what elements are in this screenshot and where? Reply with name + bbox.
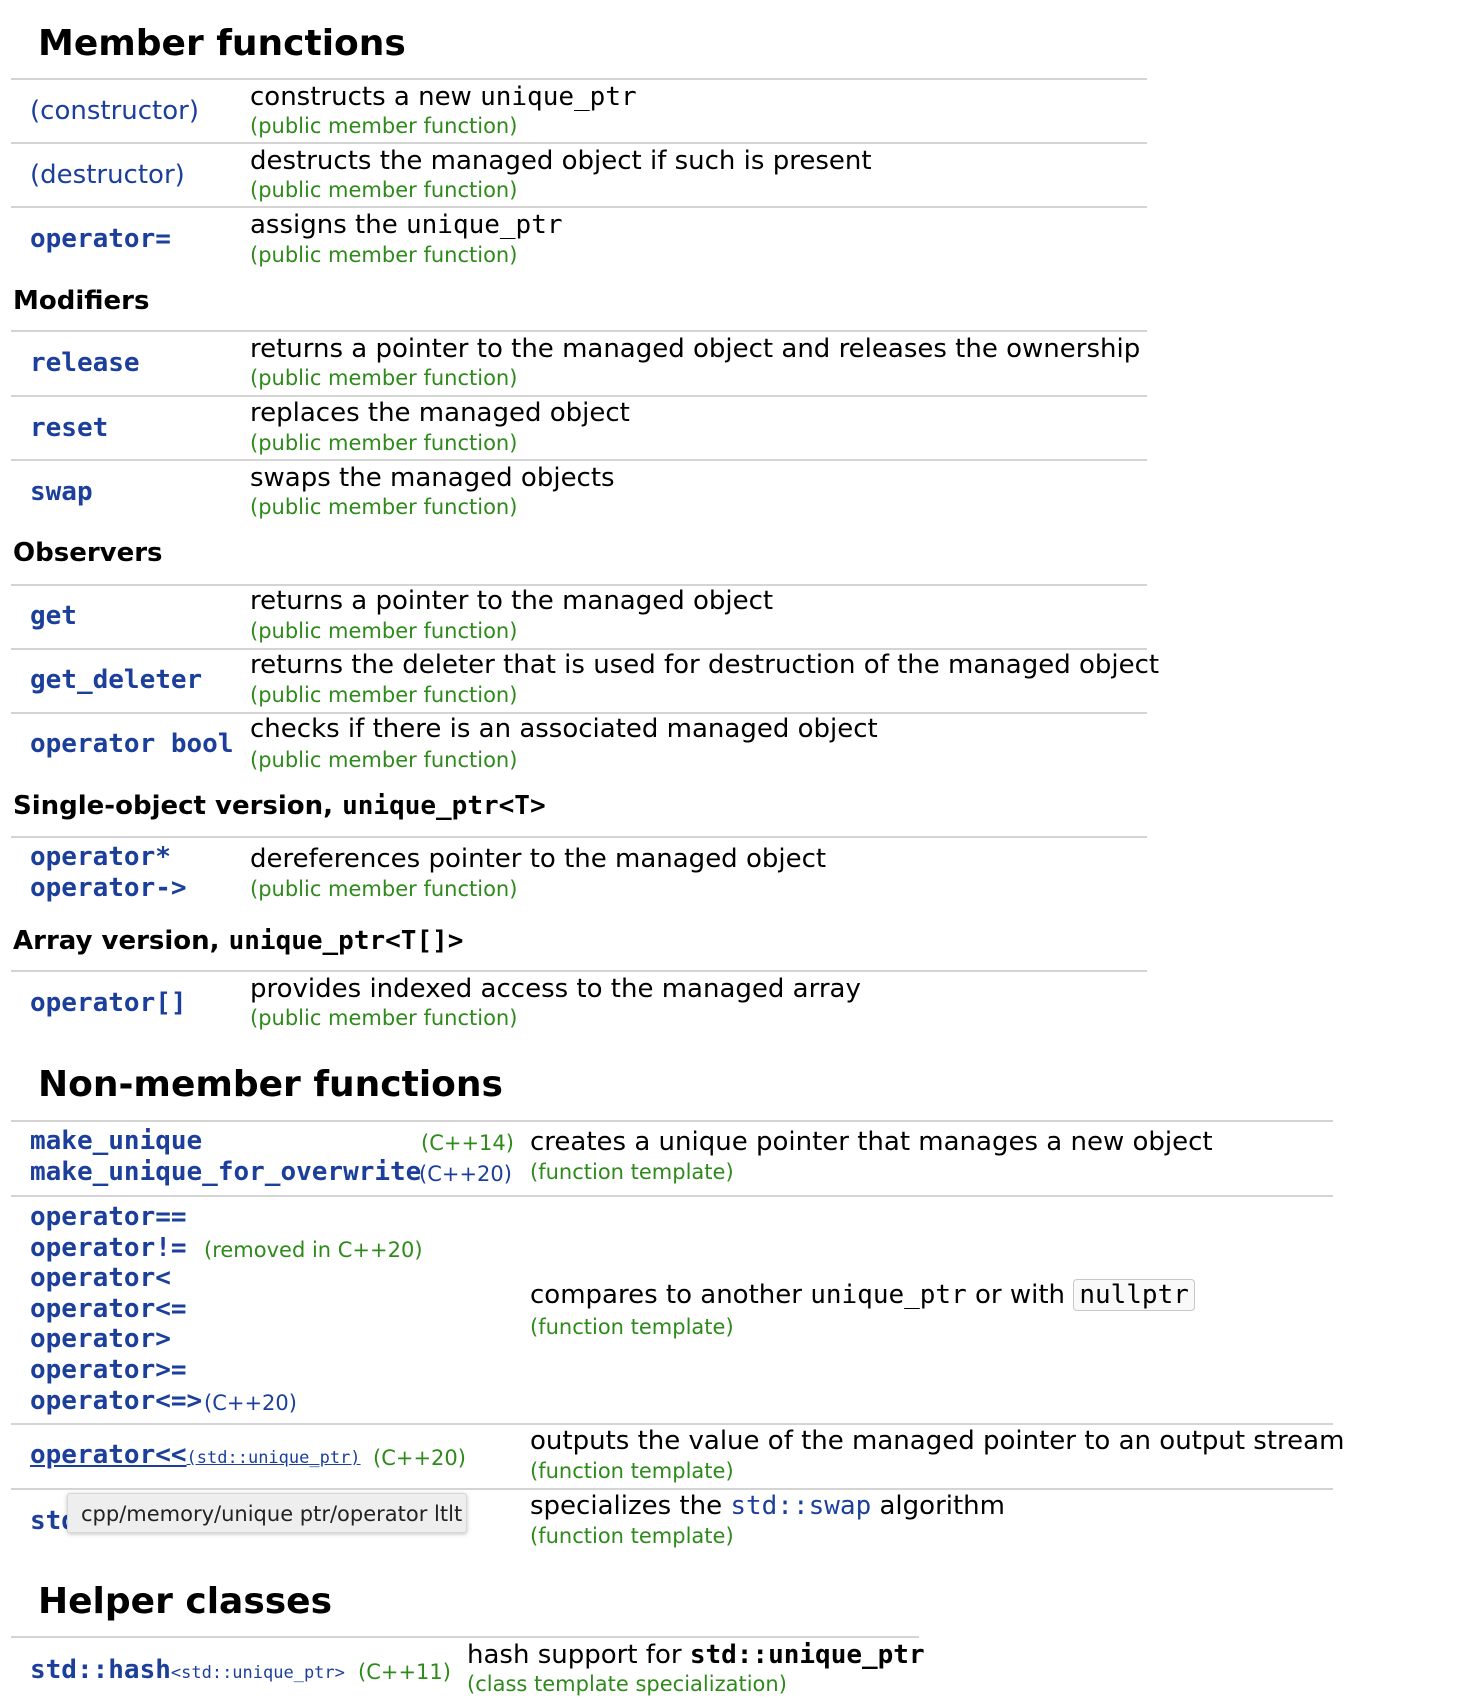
std-swap-desc: specializes the std::swap algorithm bbox=[530, 1491, 1005, 1521]
removed-badge: (removed in C++20) bbox=[204, 1238, 423, 1262]
divider bbox=[11, 142, 1147, 144]
get-kind: (public member function) bbox=[250, 619, 518, 643]
version-badge: (C++14) bbox=[421, 1131, 514, 1155]
operator-bool-kind: (public member function) bbox=[250, 748, 518, 772]
operator-gt-link[interactable]: operator> bbox=[30, 1324, 171, 1355]
destructor-kind: (public member function) bbox=[250, 178, 518, 202]
make-unique-desc: creates a unique pointer that manages a … bbox=[530, 1127, 1213, 1157]
version-badge: (C++20) bbox=[373, 1446, 466, 1470]
reset-kind: (public member function) bbox=[250, 431, 518, 455]
operator-spaceship-link[interactable]: operator<=> bbox=[30, 1386, 202, 1417]
std-swap-kind: (function template) bbox=[530, 1524, 734, 1548]
swap-link[interactable]: swap bbox=[30, 477, 93, 508]
std-hash-link[interactable]: std::hash<std::unique_ptr> bbox=[30, 1655, 345, 1689]
divider bbox=[11, 970, 1147, 972]
stream-desc: outputs the value of the managed pointer… bbox=[530, 1426, 1345, 1456]
code-unique-ptr-array: unique_ptr<T[]> bbox=[228, 926, 464, 956]
version-badge: (C++20) bbox=[204, 1391, 297, 1415]
std-hash-desc: hash support for std::unique_ptr bbox=[467, 1640, 925, 1670]
reset-desc: replaces the managed object bbox=[250, 398, 630, 428]
version-badge: (C++11) bbox=[358, 1660, 451, 1684]
operator-ge-link[interactable]: operator>= bbox=[30, 1355, 187, 1386]
operator-eq-link[interactable]: operator== bbox=[30, 1202, 187, 1233]
reset-link[interactable]: reset bbox=[30, 413, 108, 444]
compare-desc: compares to another unique_ptr or with n… bbox=[530, 1279, 1195, 1311]
operator-deref-link[interactable]: operator* bbox=[30, 842, 171, 873]
get-link[interactable]: get bbox=[30, 601, 77, 632]
single-object-heading: Single-object version, unique_ptr<T> bbox=[13, 791, 546, 821]
operator-ne-link[interactable]: operator!= bbox=[30, 1233, 187, 1264]
constructor-link[interactable]: (constructor) bbox=[30, 96, 199, 127]
modifiers-heading: Modifiers bbox=[13, 286, 150, 316]
code-nullptr: nullptr bbox=[1073, 1279, 1195, 1311]
array-version-heading: Array version, unique_ptr<T[]> bbox=[13, 926, 464, 956]
divider bbox=[11, 836, 1147, 838]
operator-lt-link[interactable]: operator< bbox=[30, 1263, 171, 1294]
operator-stream-link[interactable]: operator<<(std::unique_ptr) bbox=[30, 1440, 361, 1474]
get-deleter-desc: returns the deleter that is used for des… bbox=[250, 650, 1160, 680]
make-unique-kind: (function template) bbox=[530, 1160, 734, 1184]
member-functions-heading: Member functions bbox=[38, 23, 406, 64]
divider bbox=[11, 1636, 919, 1638]
release-kind: (public member function) bbox=[250, 366, 518, 390]
assign-desc: assigns the unique_ptr bbox=[250, 210, 563, 240]
divider bbox=[11, 1120, 1333, 1122]
get-deleter-kind: (public member function) bbox=[250, 683, 518, 707]
swap-desc: swaps the managed objects bbox=[250, 463, 615, 493]
constructor-desc: constructs a new unique_ptr bbox=[250, 82, 637, 112]
divider bbox=[11, 206, 1147, 208]
subscript-kind: (public member function) bbox=[250, 1006, 518, 1030]
operator-assign-link[interactable]: operator= bbox=[30, 224, 171, 255]
divider bbox=[11, 1195, 1333, 1197]
non-member-functions-heading: Non-member functions bbox=[38, 1064, 503, 1105]
operator-le-link[interactable]: operator<= bbox=[30, 1294, 187, 1325]
subscript-desc: provides indexed access to the managed a… bbox=[250, 974, 861, 1004]
constructor-kind: (public member function) bbox=[250, 114, 518, 138]
version-badge: (C++20) bbox=[419, 1162, 512, 1186]
code-unique-ptr: unique_ptr bbox=[480, 82, 637, 112]
observers-heading: Observers bbox=[13, 538, 163, 568]
get-deleter-link[interactable]: get_deleter bbox=[30, 665, 202, 696]
make-unique-link[interactable]: make_unique bbox=[30, 1126, 202, 1157]
divider bbox=[11, 459, 1147, 461]
code-unique-ptr: unique_ptr bbox=[405, 210, 563, 240]
link-tooltip: cpp/memory/unique ptr/operator ltlt bbox=[67, 1493, 467, 1533]
compare-kind: (function template) bbox=[530, 1315, 734, 1339]
std-hash-kind: (class template specialization) bbox=[467, 1672, 787, 1696]
helper-classes-heading: Helper classes bbox=[38, 1581, 333, 1622]
code-unique-ptr-t: unique_ptr<T> bbox=[342, 791, 546, 821]
destructor-link[interactable]: (destructor) bbox=[30, 160, 185, 191]
make-unique-for-overwrite-link[interactable]: make_unique_for_overwrite bbox=[30, 1157, 421, 1188]
destructor-desc: destructs the managed object if such is … bbox=[250, 146, 872, 176]
operator-bool-desc: checks if there is an associated managed… bbox=[250, 714, 878, 744]
operator-subscript-link[interactable]: operator[] bbox=[30, 988, 187, 1019]
deref-kind: (public member function) bbox=[250, 877, 518, 901]
deref-desc: dereferences pointer to the managed obje… bbox=[250, 844, 827, 874]
release-desc: returns a pointer to the managed object … bbox=[250, 334, 1141, 364]
swap-kind: (public member function) bbox=[250, 495, 518, 519]
stream-kind: (function template) bbox=[530, 1459, 734, 1483]
code-std-unique-ptr: std::unique_ptr bbox=[689, 1640, 925, 1670]
release-link[interactable]: release bbox=[30, 348, 140, 379]
divider bbox=[11, 78, 1147, 80]
operator-bool-link[interactable]: operator bool bbox=[30, 729, 234, 760]
code-unique-ptr: unique_ptr bbox=[810, 1280, 967, 1310]
divider bbox=[11, 330, 1147, 332]
assign-kind: (public member function) bbox=[250, 243, 518, 267]
std-swap-inline-link[interactable]: std::swap bbox=[730, 1491, 871, 1521]
get-desc: returns a pointer to the managed object bbox=[250, 586, 774, 616]
operator-arrow-link[interactable]: operator-> bbox=[30, 873, 187, 904]
